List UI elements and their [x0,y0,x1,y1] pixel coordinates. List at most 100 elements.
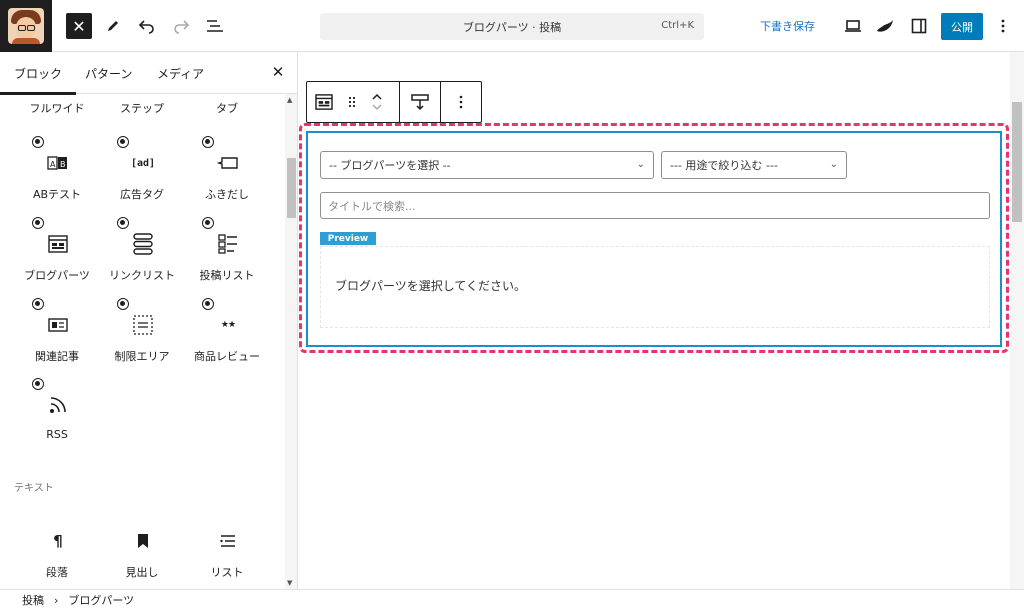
block-item-tab-label[interactable]: タブ [182,100,272,116]
pro-badge-icon [32,298,44,310]
pro-badge-icon [32,136,44,148]
block-item-label: 関連記事 [35,350,79,363]
publish-button[interactable]: 公開 [941,13,983,40]
block-item-blog-parts[interactable]: ブログパーツ [12,217,102,295]
block-type-button[interactable] [307,82,341,122]
editor-header: ✕ ブログパーツ · 投稿 Ctrl+K 下書き保存 公開 [0,0,1024,52]
breadcrumb-item-blog-parts[interactable]: ブログパーツ [68,592,134,608]
block-breadcrumb: 投稿 › ブログパーツ [0,589,1024,610]
block-item-label: 見出し [125,566,159,579]
block-item-ad-tag[interactable]: [ad] 広告タグ [97,136,187,214]
block-item-fullwide-label[interactable]: フルワイド [12,100,102,116]
tab-patterns[interactable]: パターン [85,65,132,82]
brand-leaf-icon [877,20,893,32]
close-inserter-panel-button[interactable]: ✕ [268,62,288,82]
paragraph-icon: ¶ [53,532,63,550]
link-list-icon [132,233,154,255]
blog-parts-icon [315,94,333,110]
block-item-paragraph[interactable]: ¶ 段落 [12,514,102,589]
chevron-down-icon: ⌄ [829,159,838,170]
tab-media[interactable]: メディア [157,65,204,82]
document-overview-button[interactable] [202,10,228,42]
preview-area: ブログパーツを選択してください。 [320,246,990,328]
scroll-up-icon[interactable]: ▲ [287,96,292,104]
chevron-down-icon[interactable] [371,102,383,112]
sidebar-scrollbar[interactable]: ▲ ▼ [285,94,297,589]
heading-icon [132,530,154,552]
height-control-button[interactable] [400,82,440,122]
theme-plugin-button[interactable] [872,10,898,42]
block-item-post-list[interactable]: 投稿リスト [182,217,272,295]
block-item-step-label[interactable]: ステップ [97,100,187,116]
options-menu-button[interactable] [990,10,1016,42]
svg-text:B: B [60,160,66,169]
redo-button[interactable] [168,10,194,42]
pro-badge-icon [117,136,129,148]
undo-button[interactable] [134,10,160,42]
block-item-related-posts[interactable]: 関連記事 [12,298,102,376]
scrollbar-thumb[interactable] [287,158,296,218]
pro-badge-icon [32,378,44,390]
redo-icon [174,20,190,34]
title-search-input[interactable]: タイトルで検索... [320,192,990,219]
site-icon-button[interactable] [0,0,52,52]
close-inserter-button[interactable]: ✕ [66,13,92,39]
more-vertical-icon [459,95,463,109]
blog-parts-icon [47,233,69,255]
block-inserter-panel: ブロック パターン メディア ✕ フルワイド ステップ タブ A B ABテスト… [0,52,298,589]
block-options-button[interactable] [441,82,481,122]
blog-parts-block[interactable]: -- ブログパーツを選択 -- ⌄ --- 用途で絞り込む --- ⌄ タイトル… [306,131,1002,347]
tab-blocks[interactable]: ブロック [0,65,77,95]
close-icon: ✕ [271,63,285,81]
close-icon: ✕ [72,16,86,36]
block-toolbar [306,81,482,123]
tools-button[interactable] [100,10,126,42]
move-buttons [365,82,389,122]
block-item-label: 段落 [46,566,68,579]
scroll-down-icon[interactable]: ▼ [287,579,292,587]
breadcrumb-item-post[interactable]: 投稿 [22,592,44,608]
selected-block-highlight: -- ブログパーツを選択 -- ⌄ --- 用途で絞り込む --- ⌄ タイトル… [299,123,1009,353]
canvas-scrollbar[interactable] [1010,52,1024,589]
document-title: ブログパーツ · 投稿 [462,20,562,34]
save-draft-button[interactable]: 下書き保存 [760,18,815,34]
chevron-up-icon[interactable] [371,92,383,102]
chevron-down-icon: ⌄ [636,159,645,170]
speech-bubble-icon [217,152,239,174]
pro-badge-icon [32,217,44,229]
command-palette-bar[interactable]: ブログパーツ · 投稿 Ctrl+K [320,13,704,40]
purpose-filter-select[interactable]: --- 用途で絞り込む --- ⌄ [661,151,847,179]
svg-text:A: A [50,160,56,169]
block-item-label: 商品レビュー [194,350,260,363]
settings-panel-button[interactable] [906,10,932,42]
block-item-link-list[interactable]: リンクリスト [97,217,187,295]
block-item-label: リンクリスト [109,269,175,282]
preview-badge: Preview [320,232,376,245]
scrollbar-thumb[interactable] [1012,102,1022,222]
block-item-product-review[interactable]: ★★ 商品レビュー [182,298,272,376]
pencil-icon [108,21,118,31]
select-value: --- 用途で絞り込む --- [670,159,778,172]
preview-message: ブログパーツを選択してください。 [335,279,527,293]
ab-test-icon: A B [47,152,69,174]
category-heading-text: テキスト [14,483,54,494]
preview-device-button[interactable] [840,10,866,42]
block-item-label: 制限エリア [114,350,170,363]
block-item-restricted-area[interactable]: 制限エリア [97,298,187,376]
block-item-list[interactable]: リスト [182,514,272,589]
block-item-ab-test[interactable]: A B ABテスト [12,136,102,214]
block-item-speech-bubble[interactable]: ふきだし [182,136,272,214]
block-item-label: ABテスト [32,188,82,201]
resize-height-icon [411,94,429,111]
blog-parts-select[interactable]: -- ブログパーツを選択 -- ⌄ [320,151,654,179]
block-item-label: ブログパーツ [24,269,90,282]
related-posts-icon [47,314,69,336]
pro-badge-icon [117,298,129,310]
drag-handle[interactable] [341,82,363,122]
inserter-tabs: ブロック パターン メディア ✕ [0,52,297,95]
post-list-icon [217,233,239,255]
breadcrumb-separator-icon: › [54,593,59,607]
drag-handle-icon [348,96,356,108]
block-item-rss[interactable]: RSS [12,378,102,456]
block-item-heading[interactable]: 見出し [97,514,187,589]
